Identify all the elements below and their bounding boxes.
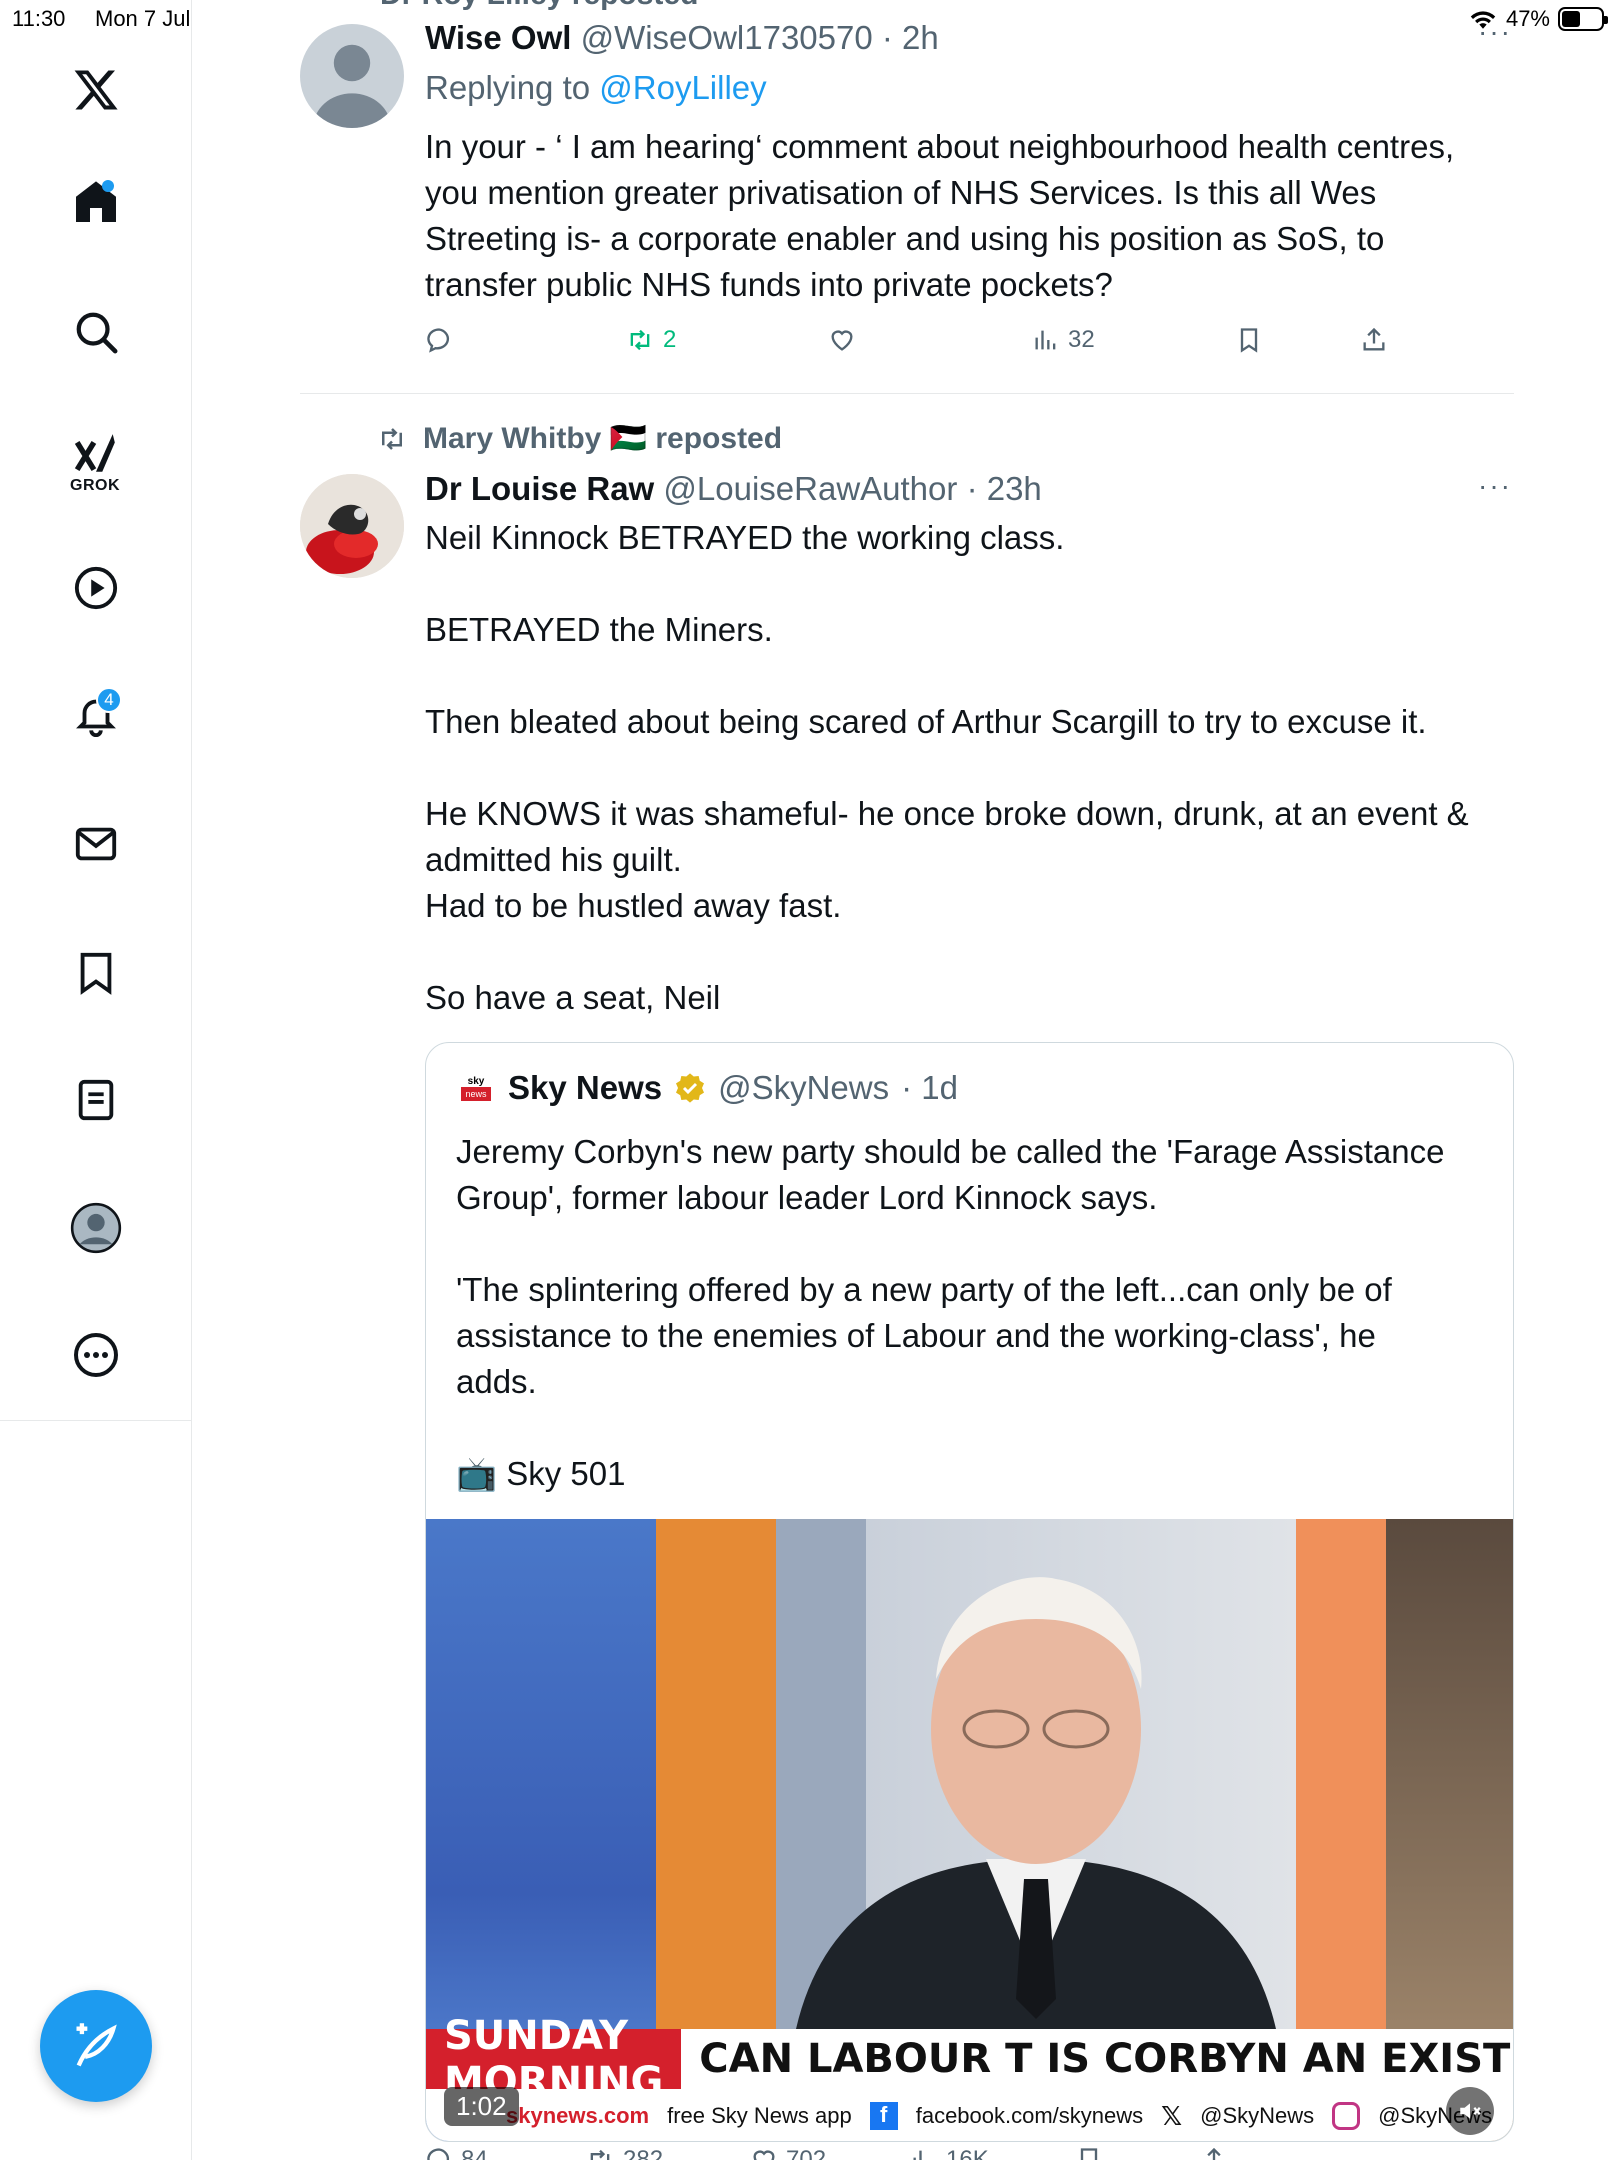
share-icon (1207, 2147, 1221, 2160)
avatar[interactable] (300, 474, 404, 578)
reply-button[interactable]: 84 (425, 2146, 488, 2160)
more-options-icon[interactable]: ··· (1478, 16, 1512, 48)
verified-gold-badge-icon (676, 1073, 705, 1103)
bookmark-button[interactable] (1235, 326, 1263, 354)
bookmark-icon (1080, 2148, 1098, 2160)
video-play-icon[interactable] (66, 558, 126, 618)
avatar[interactable] (300, 24, 404, 128)
retweet-icon (630, 329, 650, 351)
interviewee-figure (796, 1577, 1276, 2029)
grok-icon[interactable] (66, 425, 126, 485)
compose-post-button[interactable] (40, 1990, 152, 2102)
share-button[interactable] (1200, 2146, 1228, 2160)
views-chart-icon (913, 2150, 928, 2160)
tweet-header: Dr Louise Raw @LouiseRawAuthor · 23h (425, 467, 1042, 511)
sky-news-footer-bar: skynews.com free Sky News app f facebook… (426, 2089, 1513, 2141)
retweet-count: 282 (623, 2146, 664, 2160)
author-handle[interactable]: @LouiseRawAuthor (663, 470, 957, 507)
quote-text: Jeremy Corbyn's new party should be call… (456, 1129, 1496, 1497)
sky-news-logo[interactable]: sky news (456, 1070, 496, 1106)
video-player[interactable]: SUNDAY MORNING CAN LABOUR T IS CORBYN AN… (426, 1519, 1513, 2141)
bookmark-button[interactable] (1075, 2146, 1103, 2160)
author-handle[interactable]: @SkyNews (718, 1069, 889, 1107)
retweet-count: 2 (663, 326, 677, 353)
author-name[interactable]: Wise Owl (425, 19, 571, 56)
heart-icon (753, 2150, 775, 2160)
quote-header: sky news Sky News @SkyNews · 1d (456, 1069, 958, 1107)
tweet-actions: 2 32 (425, 322, 1525, 362)
notifications-icon[interactable]: 4 (66, 685, 126, 745)
messages-icon[interactable] (66, 814, 126, 874)
tweet-actions: 84 282 702 16K (425, 2146, 1525, 2160)
views-count: 16K (946, 2146, 989, 2160)
facebook-icon: f (869, 2102, 898, 2130)
home-icon[interactable] (66, 172, 126, 232)
views-button[interactable]: 16K (910, 2146, 989, 2160)
heart-icon (831, 330, 853, 351)
views-chart-icon (1035, 330, 1056, 350)
share-button[interactable] (1360, 326, 1388, 354)
video-duration: 1:02 (444, 2087, 519, 2126)
retweet-button[interactable]: 2 (625, 326, 676, 354)
replying-to: Replying to @RoyLilley (425, 69, 767, 106)
bookmarks-icon[interactable] (66, 943, 126, 1003)
battery-icon (1558, 7, 1608, 31)
reply-count: 84 (461, 2146, 488, 2160)
retweet-icon (382, 427, 402, 450)
author-name[interactable]: Dr Louise Raw (425, 470, 654, 507)
x-logo-icon[interactable] (66, 60, 126, 120)
quoted-tweet-card[interactable]: sky news Sky News @SkyNews · 1d Jeremy C… (425, 1042, 1514, 2142)
battery-percent: 47% (1505, 6, 1550, 31)
author-handle[interactable]: @WiseOwl1730570 (581, 19, 873, 56)
replying-to-link[interactable]: @RoyLilley (599, 69, 766, 106)
feather-plus-icon (76, 2023, 117, 2067)
sidebar-nav: GROK 4 (0, 0, 192, 2160)
ticker-headline: CAN LABOUR T IS CORBYN AN EXISTENTIAL RI… (699, 2036, 1513, 2082)
more-options-icon[interactable] (66, 1325, 126, 1385)
tweet-text: In your - ‘ I am hearing‘ comment about … (425, 128, 1455, 303)
retweet-button[interactable]: 282 (585, 2146, 663, 2160)
more-options-icon[interactable]: ··· (1478, 470, 1512, 502)
search-icon[interactable] (66, 302, 126, 362)
views-count: 32 (1068, 326, 1095, 353)
tweet-time[interactable]: · 2h (882, 19, 939, 56)
home-unread-dot (102, 180, 114, 192)
tweet-time[interactable]: · 23h (967, 470, 1042, 507)
tweet-text: Neil Kinnock BETRAYED the working class.… (425, 519, 1469, 1016)
author-name[interactable]: Sky News (508, 1069, 662, 1107)
channel-line: 📺 Sky 501 (456, 1455, 626, 1492)
notifications-badge: 4 (96, 687, 122, 713)
news-ticker: SUNDAY MORNING CAN LABOUR T IS CORBYN AN… (426, 2013, 1513, 2105)
instagram-icon (1332, 2102, 1361, 2130)
tweet-time[interactable]: · 1d (901, 1069, 958, 1107)
views-button[interactable]: 32 (1032, 326, 1095, 354)
lists-icon[interactable] (66, 1070, 126, 1130)
retweet-icon (590, 2149, 610, 2160)
sidebar-divider (0, 1420, 192, 1421)
reply-icon (427, 2148, 450, 2160)
reply-icon (427, 328, 450, 353)
ticker-program: SUNDAY MORNING (426, 2013, 682, 2105)
share-icon (1363, 327, 1385, 351)
reply-button[interactable] (425, 326, 453, 354)
like-count: 702 (786, 2146, 827, 2160)
like-button[interactable]: 702 (750, 2146, 826, 2160)
bookmark-icon (1240, 328, 1258, 353)
like-button[interactable] (828, 326, 856, 354)
mute-button[interactable] (1446, 2087, 1494, 2135)
tweet-header: Wise Owl @WiseOwl1730570 · 2h (425, 16, 939, 60)
muted-speaker-icon (1460, 2103, 1481, 2119)
grok-label: GROK (70, 477, 120, 494)
cutoff-repost-line: Dr Roy Lilley reposted (380, 0, 698, 12)
x-icon: 𝕏 (1161, 2100, 1183, 2131)
repost-line[interactable]: Mary Whitby 🇵🇸 reposted (375, 421, 782, 456)
tweet-divider (300, 393, 1514, 394)
profile-avatar-icon[interactable] (66, 1198, 126, 1258)
